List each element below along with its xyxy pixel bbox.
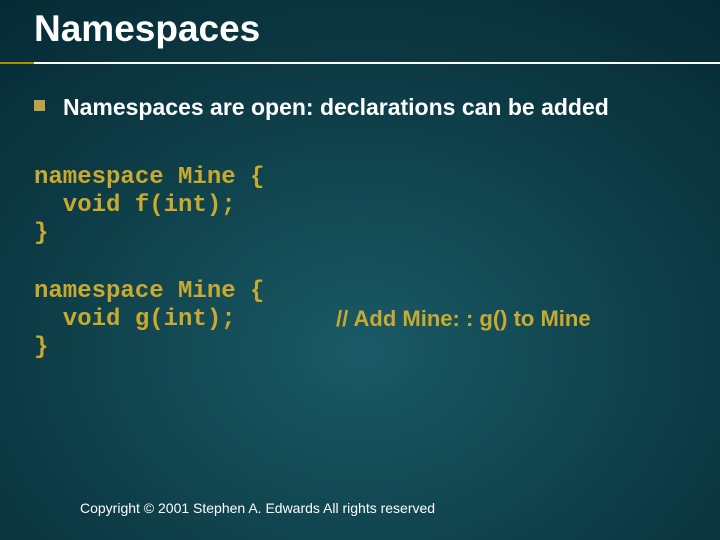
slide: Namespaces Namespaces are open: declarat…: [0, 0, 720, 540]
title-rule-right: [34, 62, 720, 64]
code-comment: // Add Mine: : g() to Mine: [336, 306, 591, 332]
copyright: Copyright © 2001 Stephen A. Edwards All …: [80, 500, 435, 516]
bullet-icon: [34, 100, 45, 111]
title-rule-left: [0, 62, 34, 64]
slide-title: Namespaces: [34, 8, 260, 50]
bullet-item: Namespaces are open: declarations can be…: [34, 94, 609, 121]
bullet-text: Namespaces are open: declarations can be…: [63, 94, 609, 121]
code-block-1: namespace Mine { void f(int); }: [34, 164, 264, 248]
code-block-2: namespace Mine { void g(int); }: [34, 278, 264, 362]
